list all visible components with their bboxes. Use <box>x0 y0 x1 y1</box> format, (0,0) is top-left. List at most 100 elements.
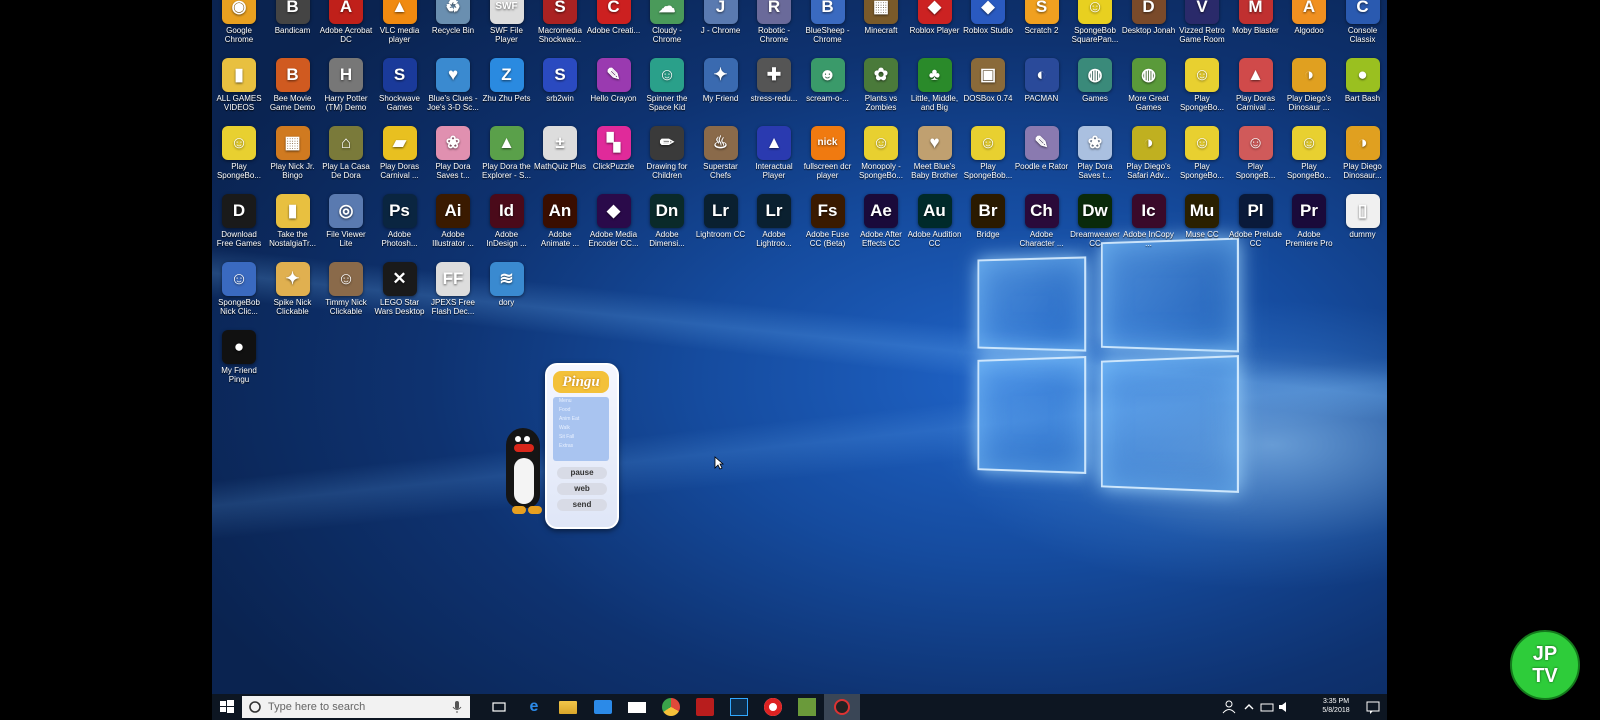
desktop-icon[interactable]: ☺ Timmy Nick Clickable <box>319 262 373 330</box>
desktop-icon[interactable]: ◑ Play Diego Dinosaur... <box>1336 126 1388 194</box>
desktop-icon[interactable]: Mu Muse CC <box>1175 194 1229 262</box>
desktop-icon[interactable]: ▣ DOSBox 0.74 <box>961 58 1015 126</box>
desktop-icon[interactable]: ± MathQuiz Plus <box>533 126 587 194</box>
desktop-icon[interactable]: ✿ Plants vs Zombies <box>854 58 908 126</box>
desktop-icon[interactable]: A Algodoo <box>1282 0 1336 58</box>
task-view-icon[interactable] <box>490 698 508 716</box>
desktop-icon[interactable]: R Robotic - Chrome <box>747 0 801 58</box>
desktop-icon[interactable]: ♻ Recycle Bin <box>426 0 480 58</box>
desktop-icon[interactable]: ☺ Play SpongeBo... <box>1175 58 1229 126</box>
desktop-icon[interactable]: ▲ VLC media player <box>373 0 427 58</box>
desktop-icon[interactable]: ♨ Superstar Chefs <box>694 126 748 194</box>
desktop-icon[interactable]: ▯ dummy <box>1336 194 1388 262</box>
desktop-icon[interactable]: ☺ Spinner the Space Kid <box>640 58 694 126</box>
desktop-icon[interactable]: J J - Chrome <box>694 0 748 58</box>
desktop-icon[interactable]: ◐ PACMAN <box>1015 58 1069 126</box>
minecraft-taskbar-icon[interactable] <box>798 698 816 716</box>
desktop-icon[interactable]: Br Bridge <box>961 194 1015 262</box>
store-icon[interactable] <box>594 700 612 714</box>
desktop-icon[interactable]: D Download Free Games <box>212 194 266 262</box>
desktop-icon[interactable]: ◆ Adobe Media Encoder CC... <box>587 194 641 262</box>
pingu-action-item[interactable]: Anim Eat <box>553 415 609 424</box>
desktop-icon[interactable]: ◑ Play Diego's Dinosaur ... <box>1282 58 1336 126</box>
desktop-icon[interactable]: ≋ dory <box>480 262 534 330</box>
desktop-icon[interactable]: ▦ Play Nick Jr. Bingo <box>266 126 320 194</box>
desktop-icon[interactable]: ♣ Little, Middle, and Big <box>908 58 962 126</box>
desktop-icon[interactable]: S Scratch 2 <box>1015 0 1069 58</box>
pingu-action-item[interactable]: Walk <box>553 424 609 433</box>
desktop-icon[interactable]: B Bee Movie Game Demo <box>266 58 320 126</box>
desktop-icon[interactable]: ✎ Hello Crayon <box>587 58 641 126</box>
desktop-icon[interactable]: ◉ Google Chrome <box>212 0 266 58</box>
desktop-icon[interactable]: M Moby Blaster <box>1229 0 1283 58</box>
desktop-icon[interactable]: V Vizzed Retro Game Room <box>1175 0 1229 58</box>
file-explorer-icon[interactable] <box>559 701 577 714</box>
photoshop-taskbar-icon[interactable] <box>730 698 748 716</box>
desktop-icon[interactable]: ☺ Play SpongeBo... <box>1175 126 1229 194</box>
desktop-icon[interactable]: ♥ Blue's Clues - Joe's 3-D Sc... <box>426 58 480 126</box>
desktop-icon[interactable]: ◍ Games <box>1068 58 1122 126</box>
pingu-action-item[interactable]: Sit Fall <box>553 433 609 442</box>
desktop-icon[interactable]: Ai Adobe Illustrator ... <box>426 194 480 262</box>
desktop-icon[interactable]: ☺ Play SpongeB... <box>1229 126 1283 194</box>
pingu-send-button[interactable]: send <box>557 499 607 511</box>
desktop-icon[interactable]: ❀ Play Dora Saves t... <box>1068 126 1122 194</box>
edge-browser-icon[interactable]: e <box>525 698 543 716</box>
desktop-icon[interactable]: ▰ Play Doras Carnival ... <box>373 126 427 194</box>
desktop-icon[interactable]: ☺ SpongeBob Nick Clic... <box>212 262 266 330</box>
desktop-icon[interactable]: S Shockwave Games <box>373 58 427 126</box>
start-button-windows-icon[interactable] <box>218 698 236 716</box>
desktop-icon[interactable]: Z Zhu Zhu Pets <box>480 58 534 126</box>
desktop-icon[interactable]: Pr Adobe Premiere Pro <box>1282 194 1336 262</box>
desktop-icon[interactable]: Ae Adobe After Effects CC <box>854 194 908 262</box>
taskbar-search-box[interactable]: Type here to search <box>242 696 470 718</box>
desktop-icon[interactable]: S Macromedia Shockwav... <box>533 0 587 58</box>
desktop-icon[interactable]: ◎ File Viewer Lite <box>319 194 373 262</box>
desktop-icon[interactable]: ✦ Spike Nick Clickable <box>266 262 320 330</box>
desktop-icon[interactable]: Id Adobe InDesign ... <box>480 194 534 262</box>
desktop-icon[interactable]: Dn Adobe Dimensi... <box>640 194 694 262</box>
desktop-icon[interactable]: ▮ Take the NostalgiaTr... <box>266 194 320 262</box>
desktop-icon[interactable]: ☺ Monopoly - SpongeBo... <box>854 126 908 194</box>
desktop-icon[interactable]: H Harry Potter (TM) Demo <box>319 58 373 126</box>
desktop-icon[interactable]: SWF SWF File Player <box>480 0 534 58</box>
desktop-icon[interactable]: ☻ scream-o-... <box>801 58 855 126</box>
chevron-up-icon[interactable] <box>1240 698 1258 716</box>
desktop-icon[interactable]: B Bandicam <box>266 0 320 58</box>
pingu-action-item[interactable]: Extras <box>553 442 609 451</box>
desktop-icon[interactable]: ◍ More Great Games <box>1122 58 1176 126</box>
desktop-icon[interactable]: C Adobe Creati... <box>587 0 641 58</box>
desktop-icon[interactable]: Ps Adobe Photosh... <box>373 194 427 262</box>
desktop-icon[interactable]: ● Bart Bash <box>1336 58 1388 126</box>
pingu-web-button[interactable]: web <box>557 483 607 495</box>
pingu-action-item[interactable]: Menu <box>553 397 609 406</box>
desktop-icon[interactable]: ☺ Play SpongeBo... <box>212 126 266 194</box>
microphone-icon[interactable] <box>452 700 462 714</box>
desktop-icon[interactable]: ♥ Meet Blue's Baby Brother <box>908 126 962 194</box>
desktop-icon[interactable]: D Desktop Jonah <box>1122 0 1176 58</box>
desktop-icon[interactable]: ✦ My Friend <box>694 58 748 126</box>
desktop-icon[interactable]: ☺ Play SpongeBo... <box>1282 126 1336 194</box>
desktop-icon[interactable]: Fs Adobe Fuse CC (Beta) <box>801 194 855 262</box>
desktop-icon[interactable]: ✕ LEGO Star Wars Desktop <box>373 262 427 330</box>
desktop-icon[interactable]: B BlueSheep - Chrome <box>801 0 855 58</box>
pingu-pause-button[interactable]: pause <box>557 467 607 479</box>
mail-icon[interactable] <box>628 702 646 713</box>
chrome-taskbar-icon[interactable] <box>662 698 680 716</box>
desktop-icon[interactable]: ◑ Play Diego's Safari Adv... <box>1122 126 1176 194</box>
desktop-icon[interactable]: Ssrb2win <box>533 58 587 126</box>
desktop-icon[interactable]: ☺ Play SpongeBob... <box>961 126 1015 194</box>
desktop-icon[interactable]: ● My Friend Pingu <box>212 330 266 398</box>
desktop-icon[interactable]: ▚ ClickPuzzle <box>587 126 641 194</box>
desktop-icon[interactable]: A Adobe Acrobat DC <box>319 0 373 58</box>
desktop-icon[interactable]: ▦ Minecraft <box>854 0 908 58</box>
desktop-icon[interactable]: ▮ ALL GAMES VIDEOS <box>212 58 266 126</box>
desktop-icon[interactable]: Lr Lightroom CC <box>694 194 748 262</box>
network-icon[interactable] <box>1258 698 1276 716</box>
desktop-icon[interactable]: FF JPEXS Free Flash Dec... <box>426 262 480 330</box>
volume-icon[interactable] <box>1276 698 1294 716</box>
action-center-icon[interactable] <box>1364 698 1382 716</box>
desktop-icon[interactable]: ▲ Play Doras Carnival ... <box>1229 58 1283 126</box>
desktop-icon[interactable]: ❀ Play Dora Saves t... <box>426 126 480 194</box>
desktop-icon[interactable]: ☁ Cloudy - Chrome <box>640 0 694 58</box>
